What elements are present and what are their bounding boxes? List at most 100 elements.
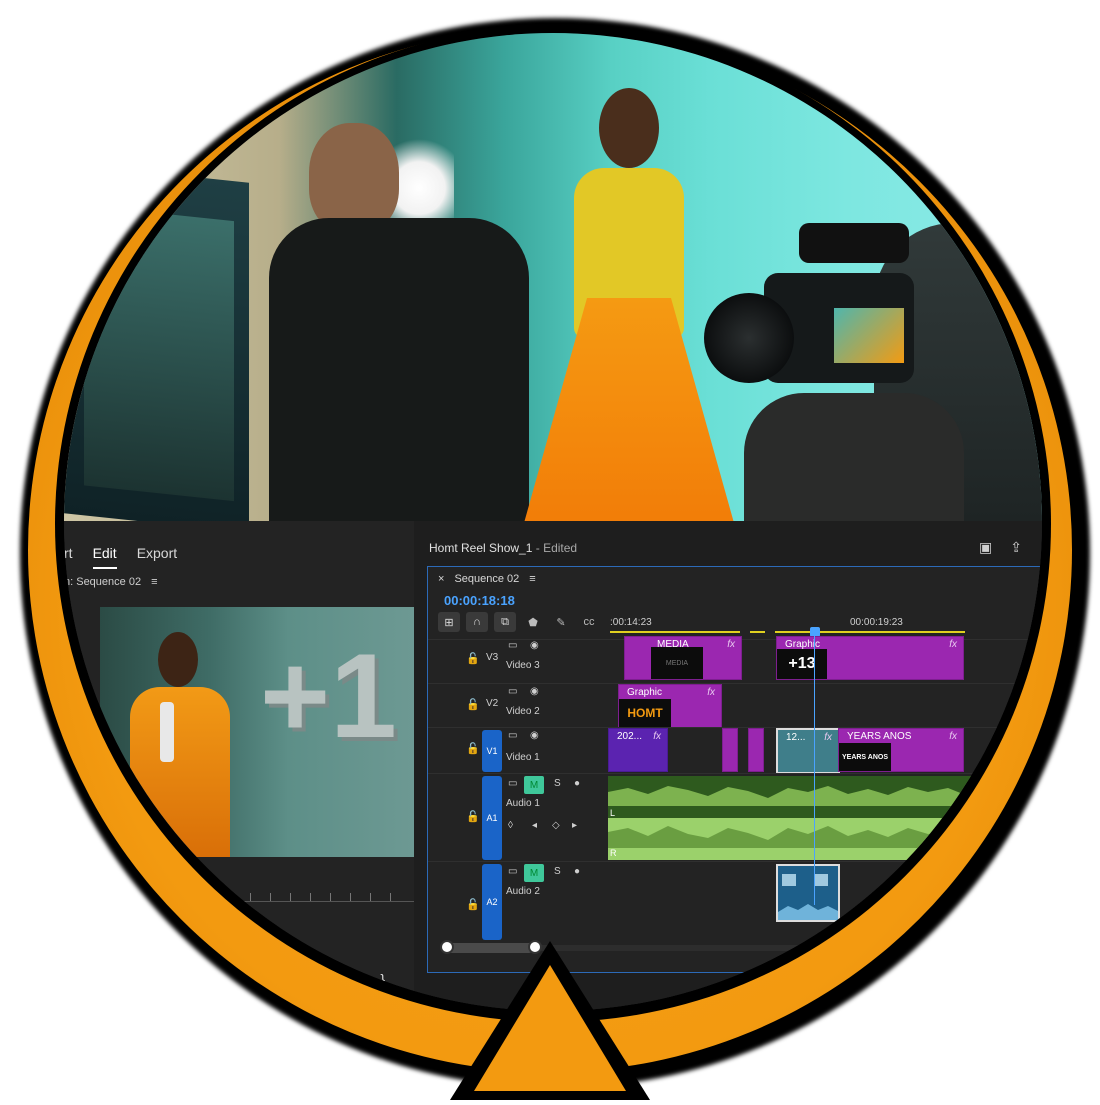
work-area-bar[interactable]	[610, 631, 1030, 635]
track-id: V2	[486, 698, 499, 709]
audio-clip-a1[interactable]: L R	[608, 776, 1042, 860]
clip-video-b[interactable]: 12... fx	[776, 728, 840, 774]
camera-mic	[799, 223, 909, 263]
insert-nest-icon[interactable]: ⊞	[438, 612, 460, 632]
lock-icon[interactable]: 🔓	[466, 810, 480, 823]
wrench-icon[interactable]: ✎	[550, 612, 572, 632]
fx-badge: fx	[824, 732, 832, 743]
track-v1: 🔓 V1 ▭ ◉ Video 1 202... fx 12... fx YEAR…	[428, 727, 1042, 774]
track-output-icon[interactable]: ▭	[508, 778, 517, 789]
title-bar-icons: ▣ ⇪	[979, 539, 1022, 556]
presenter-dress	[524, 298, 734, 521]
tab-export[interactable]: Export	[137, 539, 177, 569]
track-output-icon[interactable]: ▭	[508, 730, 517, 741]
track-target-a1[interactable]: A1	[482, 776, 502, 860]
crew-member-figure	[269, 123, 529, 521]
ruler-label-start: :00:14:23	[610, 617, 652, 628]
microphone-icon[interactable]: ●	[574, 866, 580, 877]
program-panel: rt Edit Export n: Sequence 02 ≡ +1 ▶| →}	[64, 521, 414, 1011]
sequence-tab[interactable]: × Sequence 02 ≡	[438, 573, 536, 585]
volume-keyframe-icon[interactable]: ◊	[508, 820, 513, 831]
track-a2: 🔓 A2 ▭ M S ● Audio 2	[428, 861, 1042, 942]
sequence-tab-label: Sequence 02	[454, 573, 520, 585]
clip-graphic[interactable]: Graphic fx +13	[776, 636, 964, 680]
pointer-arrow-icon	[450, 941, 650, 1100]
overlay-graphic-text: +1	[260, 629, 397, 763]
play-forward-icon[interactable]: ▶|	[334, 971, 348, 988]
close-icon[interactable]: ×	[438, 573, 444, 585]
solo-button[interactable]: S	[554, 866, 561, 877]
project-title: Homt Reel Show_1	[429, 541, 533, 555]
lock-icon[interactable]: 🔓	[466, 898, 480, 911]
marker-icon[interactable]: ⬟	[522, 612, 544, 632]
playback-controls: ▶| →}	[334, 971, 385, 988]
clip-media[interactable]: MEDIA fx MEDIA	[624, 636, 742, 680]
lock-icon[interactable]: 🔓	[466, 698, 480, 711]
monitor-image	[64, 163, 249, 521]
channel-label-right: R	[610, 848, 617, 858]
linked-selection-icon[interactable]: ⧉	[494, 612, 516, 632]
camera-lens	[704, 293, 794, 383]
clip-graphic[interactable]: Graphic fx HOMT	[618, 684, 722, 728]
track-name: Audio 1	[506, 798, 540, 809]
clip-short[interactable]	[748, 728, 764, 772]
studio-photo	[64, 33, 1042, 521]
clip-years[interactable]: YEARS ANOS fx YEARS ANOS	[838, 728, 964, 772]
track-output-icon[interactable]: ▭	[508, 686, 517, 697]
track-output-icon[interactable]: ▭	[508, 640, 517, 651]
hamburger-icon[interactable]: ≡	[529, 573, 535, 585]
track-a1: 🔓 A1 ▭ M S ● Audio 1 ◊ ◂ ◇ ▸ L R	[428, 773, 1042, 862]
audio-waveform	[778, 874, 838, 920]
mute-button[interactable]: M	[524, 864, 544, 882]
operator-hands	[744, 393, 964, 521]
presenter-head	[599, 88, 659, 168]
man-body	[269, 218, 529, 521]
snap-magnet-icon[interactable]: ∩	[466, 612, 488, 632]
edited-status: - Edited	[535, 541, 578, 555]
quick-export-icon[interactable]: ▣	[979, 539, 992, 556]
clip-label: 12...	[786, 732, 806, 743]
eye-icon[interactable]: ◉	[530, 686, 539, 697]
timecode-display[interactable]: 00:00:18:18	[444, 593, 515, 608]
program-ruler[interactable]	[100, 881, 414, 902]
work-area-segment	[750, 631, 765, 633]
track-v3: 🔓 V3 ▭ ◉ Video 3 MEDIA fx MEDIA Graphic …	[428, 636, 1042, 684]
man-head	[309, 123, 399, 233]
track-name: Audio 2	[506, 886, 540, 897]
fx-badge: fx	[727, 639, 735, 650]
track-target-v1[interactable]: V1	[482, 730, 502, 772]
preview-head	[158, 632, 198, 687]
track-target-a2[interactable]: A2	[482, 864, 502, 940]
hamburger-icon[interactable]: ≡	[151, 576, 157, 588]
eye-icon[interactable]: ◉	[530, 730, 539, 741]
lock-icon[interactable]: 🔓	[466, 742, 480, 755]
captions-icon[interactable]: cc	[578, 612, 600, 632]
add-keyframe-icon[interactable]: ◇	[552, 820, 560, 831]
tab-import[interactable]: rt	[64, 539, 73, 569]
track-output-icon[interactable]: ▭	[508, 866, 517, 877]
eye-icon[interactable]: ◉	[530, 640, 539, 651]
clip-short[interactable]	[722, 728, 738, 772]
program-monitor-header: n: Sequence 02 ≡	[64, 576, 158, 588]
insert-icon[interactable]: →}	[366, 971, 385, 988]
work-area-segment	[775, 631, 965, 633]
prev-keyframe-icon[interactable]: ◂	[532, 820, 537, 831]
microphone-icon[interactable]: ●	[574, 778, 580, 789]
work-area-segment	[610, 631, 740, 633]
ruler-label-end: 00:00:19:23	[850, 617, 903, 628]
timeline-tools: ⊞ ∩ ⧉ ⬟ ✎ cc	[438, 612, 600, 632]
lock-icon[interactable]: 🔓	[466, 652, 480, 665]
clip-thumbnail: +13	[777, 649, 827, 679]
audio-clip-a2[interactable]	[776, 864, 840, 922]
mute-button[interactable]: M	[524, 776, 544, 794]
clip-label: 202...	[617, 731, 643, 742]
solo-button[interactable]: S	[554, 778, 561, 789]
audio-waveform	[608, 776, 1042, 860]
share-icon[interactable]: ⇪	[1010, 539, 1022, 556]
monitor-screen	[84, 205, 234, 502]
program-monitor-view[interactable]: +1	[100, 607, 414, 857]
channel-label-left: L	[610, 808, 616, 818]
tab-edit[interactable]: Edit	[92, 539, 117, 569]
clip-video-a[interactable]: 202... fx	[608, 728, 668, 772]
next-keyframe-icon[interactable]: ▸	[572, 820, 577, 831]
